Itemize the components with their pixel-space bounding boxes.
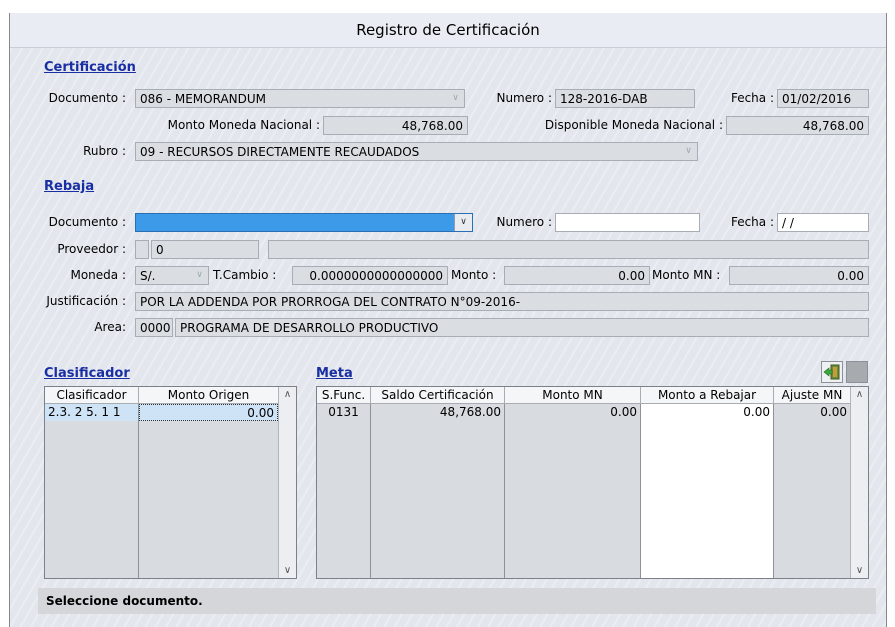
proveedor-type-field[interactable] [135,240,149,259]
rebaja-documento-label: Documento : [48,215,126,229]
cell-montomn[interactable]: 0.00 [505,404,640,421]
rebaja-numero-label: Numero : [496,215,552,229]
cell-monto-origen[interactable]: 0.00 [139,404,278,421]
cert-rubro-value: 09 - RECURSOS DIRECTAMENTE RECAUDADOS [140,145,420,159]
chevron-down-icon[interactable]: ∨ [454,214,472,231]
tcambio-field[interactable]: 0.0000000000000000 [292,266,448,285]
col-divider [138,404,139,578]
stop-button[interactable] [846,361,868,383]
cert-numero-label: Numero : [496,91,552,105]
cert-rubro-select[interactable]: 09 - RECURSOS DIRECTAMENTE RECAUDADOS ∨ [135,142,698,161]
col-divider [773,404,774,578]
chevron-down-icon: ∨ [685,146,692,156]
cert-numero-field[interactable]: 128-2016-DAB [555,89,695,108]
col-divider [370,404,371,578]
meta-grid[interactable]: S.Func. Saldo Certificación Monto MN Mon… [316,386,869,579]
scroll-up-icon[interactable]: ∧ [279,389,296,400]
area-label: Area: [94,320,126,334]
col-header-monto-origen[interactable]: Monto Origen [139,387,279,404]
col-header-ajuste[interactable]: Ajuste MN [774,387,851,404]
col-header-clasificador[interactable]: Clasificador [45,387,139,404]
cell-clasificador[interactable]: 2.3. 2 5. 1 1 [45,404,138,421]
proveedor-name-field[interactable] [268,240,869,259]
moneda-select[interactable]: S/. ∨ [135,266,209,285]
cell-saldo[interactable]: 48,768.00 [371,404,504,421]
exit-door-icon [823,364,840,380]
exit-button[interactable] [821,361,843,383]
chevron-down-icon: ∨ [196,270,203,280]
scroll-up-icon[interactable]: ∧ [851,389,868,400]
tcambio-label: T.Cambio : [213,268,277,282]
cert-fecha-field[interactable]: 01/02/2016 [777,89,869,108]
certificacion-window: Registro de Certificación Certificación … [9,13,887,627]
window-title: Registro de Certificación [10,13,886,48]
proveedor-code-field[interactable]: 0 [151,240,259,259]
rebaja-numero-input[interactable] [555,213,700,232]
cert-documento-label: Documento : [48,91,126,105]
monto-field[interactable]: 0.00 [504,266,650,285]
cert-documento-value: 086 - MEMORANDUM [140,92,267,106]
scroll-down-icon[interactable]: ∨ [851,565,868,576]
rebaja-fecha-label: Fecha : [730,215,774,229]
clasificador-grid[interactable]: Clasificador Monto Origen 2.3. 2 5. 1 1 … [44,386,297,579]
cert-disponible-label: Disponible Moneda Nacional : [544,118,723,132]
section-meta: Meta [316,366,353,381]
cert-rubro-label: Rubro : [83,144,126,158]
chevron-down-icon: ∨ [452,93,459,103]
section-rebaja: Rebaja [44,179,95,194]
justificacion-field[interactable]: POR LA ADDENDA POR PRORROGA DEL CONTRATO… [135,292,869,311]
section-clasificador: Clasificador [44,366,130,381]
col-header-sfunc[interactable]: S.Func. [317,387,371,404]
rebajar-column-bg [641,404,774,578]
section-certificacion: Certificación [44,60,136,75]
rebaja-fecha-input[interactable]: / / [777,213,869,232]
monto-label: Monto : [451,268,497,282]
area-name-field[interactable]: PROGRAMA DE DESARROLLO PRODUCTIVO [175,318,869,337]
cert-monto-field[interactable]: 48,768.00 [323,116,468,135]
col-header-montomn[interactable]: Monto MN [505,387,641,404]
col-divider [640,404,641,578]
rebaja-moneda-label: Moneda : [70,268,126,282]
cert-fecha-label: Fecha : [730,91,774,105]
cell-rebajar[interactable]: 0.00 [641,404,773,421]
cell-ajuste[interactable]: 0.00 [774,404,850,421]
cert-disponible-field[interactable]: 48,768.00 [726,116,869,135]
status-bar: Seleccione documento. [38,588,876,614]
scroll-down-icon[interactable]: ∨ [279,565,296,576]
justificacion-label: Justificación : [46,294,126,308]
montomn-label: Monto MN : [652,268,721,282]
area-code-field[interactable]: 0000 [135,318,173,337]
cert-monto-label: Monto Moneda Nacional : [167,118,320,132]
rebaja-proveedor-label: Proveedor : [57,242,126,256]
col-header-saldo[interactable]: Saldo Certificación [371,387,505,404]
meta-scrollbar[interactable]: ∧ ∨ [850,387,868,578]
moneda-value: S/. [140,269,156,283]
col-header-rebajar[interactable]: Monto a Rebajar [641,387,774,404]
rebaja-documento-select[interactable]: ∨ [135,213,473,232]
clasificador-scrollbar[interactable]: ∧ ∨ [278,387,296,578]
cell-sfunc[interactable]: 0131 [317,404,370,421]
cert-documento-select[interactable]: 086 - MEMORANDUM ∨ [135,89,465,108]
col-divider [504,404,505,578]
montomn-field[interactable]: 0.00 [729,266,869,285]
